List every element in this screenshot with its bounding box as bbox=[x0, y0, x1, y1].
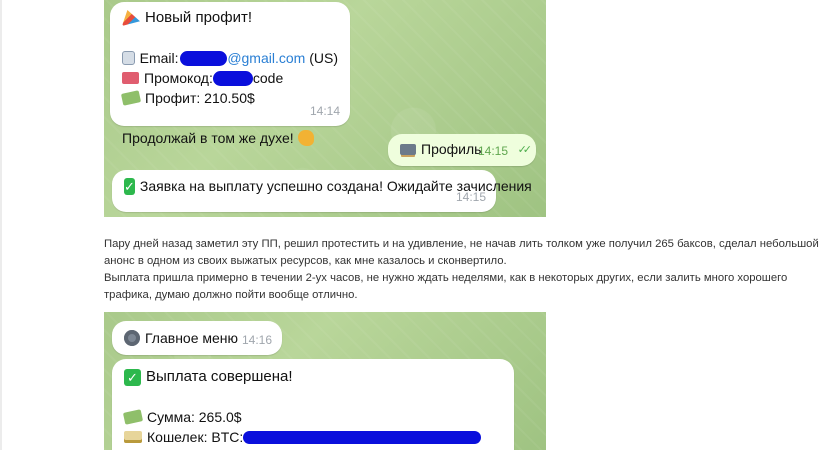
profile-text: Профиль bbox=[421, 141, 482, 157]
redaction-mark bbox=[212, 70, 253, 86]
email-label: Email: bbox=[139, 50, 179, 66]
message-time: 14:15 bbox=[455, 190, 486, 204]
payout-message-bubble: ✓ Выплата совершена! Сумма: 265.0$ Кошеле… bbox=[112, 359, 514, 450]
wallet-label: Кошелек: BTC: bbox=[147, 429, 244, 445]
ticket-icon bbox=[122, 72, 139, 84]
message-time: 14:14 bbox=[309, 104, 340, 118]
cheer-text: Продолжай в том же духе! bbox=[122, 130, 294, 146]
redaction-mark bbox=[179, 50, 228, 66]
profit-message-bubble: Новый профит! Email: @gmail.com (US) Пром… bbox=[110, 2, 350, 146]
menu-text: Главное меню bbox=[145, 330, 239, 346]
credit-card-icon bbox=[124, 431, 142, 443]
post-body: Пару дней назад заметил эту ПП, решил пр… bbox=[104, 236, 826, 304]
message-time: 14:16 bbox=[241, 333, 272, 347]
profile-message-bubble: Профиль 14:15 ✓✓ bbox=[388, 134, 536, 166]
promo-label: Промокод: bbox=[144, 70, 213, 86]
payout-amount: Сумма: 265.0$ bbox=[147, 409, 242, 425]
profit-amount: Профит: 210.50$ bbox=[145, 90, 255, 106]
promo-suffix: code bbox=[252, 70, 284, 86]
check-mark-icon: ✓ bbox=[124, 177, 135, 195]
telegram-screenshot-2: Главное меню 14:16 ✓ Выплата совершена! С… bbox=[104, 312, 546, 450]
check-mark-icon: ✓ bbox=[124, 368, 141, 386]
profit-title: Новый профит! bbox=[145, 9, 253, 26]
menu-message-bubble: Главное меню 14:16 bbox=[112, 321, 282, 355]
post-paragraph: Пару дней назад заметил эту ПП, решил пр… bbox=[104, 238, 819, 267]
message-time: 14:15 bbox=[477, 144, 508, 158]
withdraw-message-bubble: ✓ Заявка на выплату успешно создана! Ожид… bbox=[112, 170, 532, 212]
email-icon bbox=[122, 51, 135, 65]
email-country: (US) bbox=[309, 50, 338, 66]
technologist-icon bbox=[400, 143, 416, 155]
post-paragraph: Выплата пришла примерно в течении 2-ух ч… bbox=[104, 272, 788, 301]
flexed-biceps-icon bbox=[297, 130, 314, 146]
money-icon bbox=[122, 409, 144, 425]
party-popper-icon bbox=[122, 10, 140, 26]
page-left-edge bbox=[0, 0, 2, 450]
gear-icon bbox=[124, 330, 140, 346]
email-domain[interactable]: @gmail.com bbox=[227, 48, 305, 68]
money-icon bbox=[120, 90, 142, 106]
redaction-mark bbox=[243, 430, 482, 444]
double-check-icon: ✓✓ bbox=[517, 144, 533, 156]
payout-title: Выплата совершена! bbox=[146, 368, 293, 385]
telegram-screenshot-1: Новый профит! Email: @gmail.com (US) Пром… bbox=[104, 0, 546, 217]
